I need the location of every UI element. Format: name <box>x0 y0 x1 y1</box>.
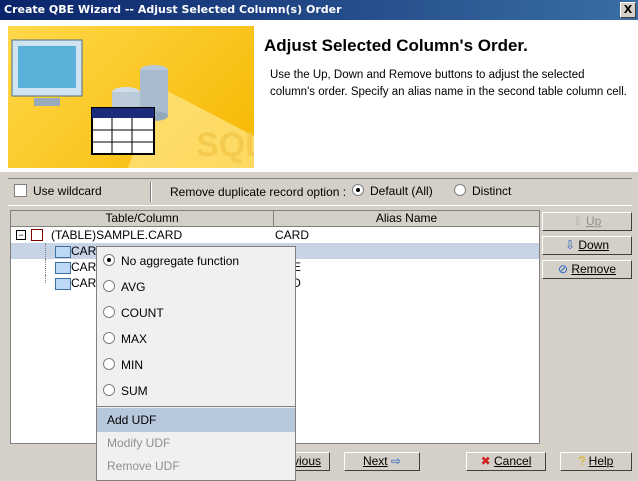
aggregate-popup-menu: No aggregate function AVG COUNT MAX MIN … <box>96 246 296 481</box>
table-cell-name[interactable]: − (TABLE)SAMPLE.CARD <box>11 227 273 243</box>
remove-label: Remove <box>571 262 617 276</box>
menu-separator <box>97 406 295 407</box>
table-row[interactable]: − (TABLE)SAMPLE.CARD CARD <box>11 227 539 243</box>
row-name: CAR <box>71 276 97 290</box>
menu-item-min[interactable]: MIN <box>97 353 295 377</box>
menu-item-label: AVG <box>121 280 146 294</box>
header-alias-name[interactable]: Alias Name <box>274 211 539 226</box>
collapse-icon[interactable]: − <box>16 230 26 240</box>
table-header: Table/Column Alias Name <box>11 211 539 227</box>
right-arrow-icon: ⇨ <box>387 454 402 468</box>
tree-line <box>45 275 46 283</box>
checkbox-box[interactable] <box>14 184 27 197</box>
help-button[interactable]: ? Help <box>560 452 632 471</box>
header-table-column[interactable]: Table/Column <box>11 211 274 226</box>
menu-item-sum[interactable]: SUM <box>97 379 295 403</box>
database-illustration-icon: SQL <box>11 39 254 168</box>
menu-item-avg[interactable]: AVG <box>97 275 295 299</box>
menu-item-label: COUNT <box>121 306 164 320</box>
down-button[interactable]: ⇩ Down <box>542 236 632 255</box>
remove-icon: ⊘ <box>557 262 572 276</box>
wildcard-checkbox[interactable]: Use wildcard <box>14 184 102 198</box>
divider <box>150 182 152 202</box>
menu-item-label: SUM <box>121 384 148 398</box>
menu-item-label: MIN <box>121 358 143 372</box>
next-label: Next <box>362 454 388 468</box>
page-description: Use the Up, Down and Remove buttons to a… <box>270 69 627 98</box>
radio-selected-icon[interactable] <box>103 254 115 266</box>
close-button[interactable]: X <box>620 2 636 18</box>
window-title: Create QBE Wizard -- Adjust Selected Col… <box>4 3 342 16</box>
svg-text:SQL: SQL <box>196 126 254 164</box>
next-button[interactable]: Next ⇨ <box>344 452 420 471</box>
radio-icon[interactable] <box>454 184 466 196</box>
row-name: (TABLE)SAMPLE.CARD <box>51 228 183 242</box>
wizard-illustration: SQL <box>8 26 254 168</box>
column-icon <box>55 278 71 290</box>
radio-icon[interactable] <box>103 306 115 318</box>
duplicate-option-label: Remove duplicate record option : <box>170 185 347 199</box>
wildcard-label: Use wildcard <box>33 184 102 198</box>
distinct-label: Distinct <box>472 184 512 198</box>
menu-item-label: No aggregate function <box>121 254 240 268</box>
down-arrow-icon: ⇩ <box>564 238 579 252</box>
tree-line <box>45 243 46 259</box>
help-icon: ? <box>578 454 589 468</box>
menu-item-label: MAX <box>121 332 148 346</box>
previous-label: vious <box>292 454 321 468</box>
down-label: Down <box>578 238 610 252</box>
row-name: CAR <box>71 244 97 258</box>
options-bar: Use wildcard Remove duplicate record opt… <box>8 178 632 206</box>
radio-icon[interactable] <box>103 332 115 344</box>
remove-button[interactable]: ⊘ Remove <box>542 260 632 279</box>
banner: SQL Adjust Selected Column's Order. Use … <box>0 20 638 172</box>
tree-line <box>45 259 46 275</box>
up-label: Up <box>586 214 602 228</box>
cancel-icon: ✖ <box>480 454 495 468</box>
menu-item-modify-udf[interactable]: Modify UDF <box>97 431 295 455</box>
cancel-button[interactable]: ✖ Cancel <box>466 452 546 471</box>
menu-item-max[interactable]: MAX <box>97 327 295 351</box>
table-icon <box>31 229 43 241</box>
menu-item-add-udf[interactable]: Add UDF <box>97 408 295 432</box>
radio-icon[interactable] <box>103 280 115 292</box>
cancel-label: Cancel <box>494 454 532 468</box>
up-arrow-icon: ⇧ <box>572 214 587 228</box>
default-all-label: Default (All) <box>370 184 433 198</box>
help-label: Help <box>588 454 614 468</box>
menu-item-remove-udf[interactable]: Remove UDF <box>97 454 295 478</box>
row-name: CAR <box>71 260 97 274</box>
column-icon <box>55 246 71 258</box>
menu-item-no-aggregate[interactable]: No aggregate function <box>97 249 295 273</box>
radio-icon[interactable] <box>103 358 115 370</box>
row-alias[interactable]: CARD <box>275 227 309 243</box>
distinct-radio[interactable]: Distinct <box>454 184 511 198</box>
column-icon <box>55 262 71 274</box>
radio-icon[interactable] <box>103 384 115 396</box>
title-bar: Create QBE Wizard -- Adjust Selected Col… <box>0 0 638 20</box>
page-heading: Adjust Selected Column's Order. <box>264 36 528 55</box>
up-button[interactable]: ⇧ Up <box>542 212 632 231</box>
menu-item-count[interactable]: COUNT <box>97 301 295 325</box>
default-all-radio[interactable]: Default (All) <box>352 184 433 198</box>
radio-selected-icon[interactable] <box>352 184 364 196</box>
